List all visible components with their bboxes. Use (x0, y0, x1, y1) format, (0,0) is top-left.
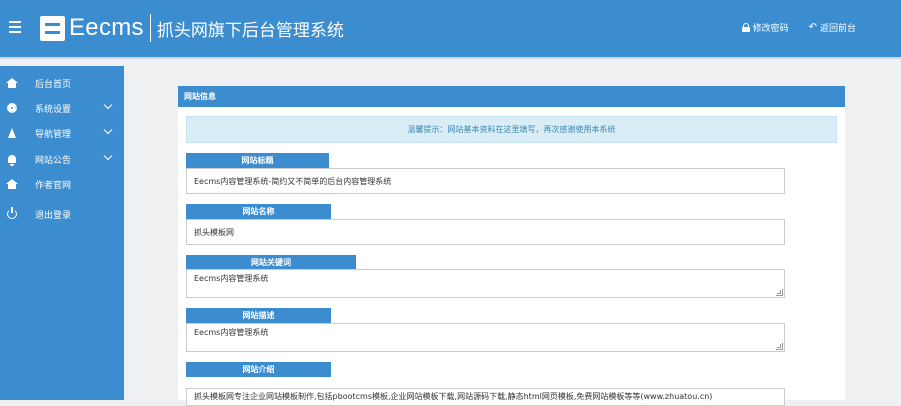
logo[interactable]: Eecms 抓头网旗下后台管理系统 (40, 13, 344, 43)
sidebar-item-label: 网站公告 (35, 155, 72, 166)
logo-mark-icon (40, 15, 65, 41)
sidebar-item-label: 退出登录 (35, 210, 72, 221)
sidebar-item-label: 后台首页 (35, 79, 72, 90)
site-title-value: Eecms内容管理系统-简约又不简单的后台内容管理系统 (194, 176, 392, 186)
resize-handle[interactable] (776, 343, 783, 350)
logo-name: Eecms (69, 14, 144, 41)
change-password-link[interactable]: 修改密码 (741, 21, 789, 34)
top-header: Eecms 抓头网旗下后台管理系统 修改密码 ↶ 返回前台 (0, 0, 901, 59)
undo-arrow-icon: ↶ (808, 21, 817, 33)
resize-handle[interactable] (776, 289, 783, 296)
site-intro-value: 抓头模板网专注企业网站模板制作,包括pbootcms模板,企业网站模板下载,网站… (194, 392, 713, 401)
sidebar-item-system-settings[interactable]: 系统设置 (0, 99, 124, 117)
site-name-label: 网站名称 (186, 204, 331, 219)
site-keywords-textarea[interactable]: Eecms内容管理系统 (186, 269, 785, 298)
back-to-front-label: 返回前台 (819, 24, 856, 34)
site-description-textarea[interactable]: Eecms内容管理系统 (186, 323, 785, 352)
header-links: 修改密码 ↶ 返回前台 (741, 21, 856, 34)
sidebar-item-announcements[interactable]: 网站公告 (0, 150, 124, 168)
chevron-down-icon (103, 125, 113, 135)
site-name-value: 抓头模板网 (194, 227, 234, 237)
sidebar-item-label: 系统设置 (35, 104, 72, 115)
site-title-label: 网站标题 (186, 153, 329, 168)
power-icon (6, 207, 18, 220)
site-name-input[interactable]: 抓头模板网 (186, 219, 785, 245)
notice-alert: 温馨提示：网站基本资料在这里填写，再次感谢使用本系统 (186, 116, 837, 143)
sidebar: 后台首页 系统设置 导航管理 网站公告 作者官网 退出登录 (0, 66, 124, 400)
home-icon (6, 178, 18, 190)
sidebar-item-logout[interactable]: 退出登录 (0, 205, 124, 223)
menu-toggle-icon[interactable] (9, 21, 21, 33)
sidebar-item-author-site[interactable]: 作者官网 (0, 175, 124, 193)
bell-icon (6, 153, 18, 166)
sidebar-item-label: 导航管理 (35, 129, 72, 140)
chevron-down-icon (103, 100, 113, 110)
home-icon (6, 77, 18, 89)
site-subtitle: 抓头网旗下后台管理系统 (156, 20, 344, 41)
site-info-panel: 网站信息 温馨提示：网站基本资料在这里填写，再次感谢使用本系统 网站标题 Eec… (178, 86, 845, 406)
site-description-value: Eecms内容管理系统 (194, 328, 269, 337)
back-to-front-link[interactable]: ↶ 返回前台 (809, 21, 856, 34)
sidebar-item-navigation[interactable]: 导航管理 (0, 124, 124, 142)
site-keywords-label: 网站关键词 (186, 255, 356, 270)
sidebar-item-dashboard[interactable]: 后台首页 (0, 74, 124, 92)
lock-icon (741, 23, 750, 32)
logo-divider (149, 14, 151, 42)
sidebar-item-label: 作者官网 (35, 180, 72, 191)
site-intro-textarea[interactable]: 抓头模板网专注企业网站模板制作,包括pbootcms模板,企业网站模板下载,网站… (186, 388, 785, 406)
panel-title: 网站信息 (178, 86, 845, 107)
site-intro-label: 网站介绍 (186, 362, 331, 377)
site-keywords-value: Eecms内容管理系统 (194, 274, 269, 283)
change-password-label: 修改密码 (752, 24, 789, 34)
site-title-input[interactable]: Eecms内容管理系统-简约又不简单的后台内容管理系统 (186, 168, 785, 194)
site-description-label: 网站描述 (186, 308, 331, 323)
gear-icon (6, 102, 18, 114)
navigation-icon (6, 127, 18, 139)
chevron-down-icon (103, 151, 113, 161)
